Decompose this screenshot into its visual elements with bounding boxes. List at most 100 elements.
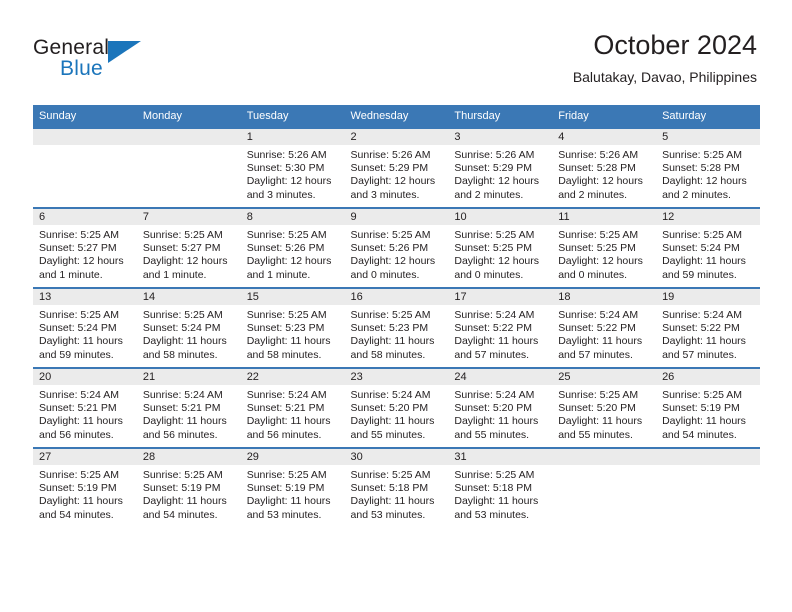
calendar-day-cell[interactable]: 31 Sunrise: 5:25 AM Sunset: 5:18 PM Dayligh… <box>448 447 553 527</box>
daylight-text-line2: and 2 minutes. <box>454 188 524 201</box>
sunset-text: Sunset: 5:29 PM <box>350 162 429 175</box>
calendar-day-cell[interactable]: 25 Sunrise: 5:25 AM Sunset: 5:20 PM Dayligh… <box>552 367 657 448</box>
calendar-day-cell[interactable]: 6 Sunrise: 5:25 AM Sunset: 5:27 PM Daylight… <box>33 207 137 288</box>
daylight-text-line1: Daylight: 11 hours <box>39 335 123 348</box>
day-number <box>136 129 241 145</box>
calendar-week-row: 6 Sunrise: 5:25 AM Sunset: 5:27 PM Daylight… <box>33 207 760 288</box>
day-number: 28 <box>136 449 241 465</box>
sunrise-text: Sunrise: 5:26 AM <box>246 149 327 161</box>
day-number: 30 <box>344 449 449 465</box>
daylight-text-line1: Daylight: 11 hours <box>558 415 643 428</box>
daylight-text-line1: Daylight: 11 hours <box>350 415 435 428</box>
daylight-text-line1: Daylight: 11 hours <box>662 415 746 428</box>
day-number: 6 <box>33 209 137 225</box>
daylight-text-line2: and 0 minutes. <box>350 268 420 281</box>
calendar-day-cell[interactable]: 2 Sunrise: 5:26 AM Sunset: 5:29 PM Daylight… <box>344 127 449 208</box>
daylight-text-line2: and 53 minutes. <box>350 508 426 521</box>
daylight-text-line2: and 1 minute. <box>246 268 311 281</box>
calendar-week-row: 27 Sunrise: 5:25 AM Sunset: 5:19 PM Dayligh… <box>33 447 760 527</box>
daylight-text-line1: Daylight: 11 hours <box>39 495 123 508</box>
day-number <box>552 449 657 465</box>
sunset-text: Sunset: 5:20 PM <box>454 402 533 415</box>
sunset-text: Sunset: 5:24 PM <box>662 242 740 255</box>
daylight-text-line2: and 56 minutes. <box>142 428 218 441</box>
calendar-day-cell[interactable]: 23 Sunrise: 5:24 AM Sunset: 5:20 PM Dayligh… <box>344 367 449 448</box>
calendar-day-cell[interactable]: 16 Sunrise: 5:25 AM Sunset: 5:23 PM Dayligh… <box>344 287 449 368</box>
weekday-header-monday: Monday <box>136 105 241 128</box>
calendar-day-cell[interactable]: 22 Sunrise: 5:24 AM Sunset: 5:21 PM Dayligh… <box>240 367 345 448</box>
calendar-day-cell[interactable]: 18 Sunrise: 5:24 AM Sunset: 5:22 PM Dayligh… <box>552 287 657 368</box>
day-details: Sunrise: 5:25 AM Sunset: 5:27 PM Daylight:… <box>33 225 137 282</box>
calendar-day-cell[interactable]: 15 Sunrise: 5:25 AM Sunset: 5:23 PM Dayligh… <box>240 287 345 368</box>
daylight-text-line1: Daylight: 11 hours <box>142 495 227 508</box>
calendar-day-cell[interactable]: 19 Sunrise: 5:24 AM Sunset: 5:22 PM Dayligh… <box>656 287 760 368</box>
daylight-text-line2: and 55 minutes. <box>454 428 530 441</box>
calendar-day-cell[interactable]: 8 Sunrise: 5:25 AM Sunset: 5:26 PM Daylight… <box>240 207 345 288</box>
calendar-day-cell[interactable]: 24 Sunrise: 5:24 AM Sunset: 5:20 PM Dayligh… <box>448 367 553 448</box>
sunset-text: Sunset: 5:19 PM <box>246 482 325 495</box>
calendar-day-cell[interactable]: 5 Sunrise: 5:25 AM Sunset: 5:28 PM Daylight… <box>656 127 760 208</box>
sunrise-text: Sunrise: 5:25 AM <box>39 309 119 321</box>
daylight-text-line2: and 53 minutes. <box>246 508 322 521</box>
sunset-text: Sunset: 5:27 PM <box>39 242 117 255</box>
daylight-text-line2: and 2 minutes. <box>662 188 731 201</box>
sunrise-text: Sunrise: 5:24 AM <box>39 389 119 401</box>
calendar-day-cell[interactable]: 12 Sunrise: 5:25 AM Sunset: 5:24 PM Dayligh… <box>656 207 760 288</box>
daylight-text-line2: and 1 minute. <box>142 268 207 281</box>
calendar-day-cell[interactable]: 9 Sunrise: 5:25 AM Sunset: 5:26 PM Daylight… <box>344 207 449 288</box>
weekday-header-row: Sunday Monday Tuesday Wednesday Thursday… <box>33 105 760 128</box>
page-header: General Blue October 2024 Balutakay, Dav… <box>0 0 792 100</box>
day-details: Sunrise: 5:25 AM Sunset: 5:28 PM Daylight:… <box>656 145 760 202</box>
day-details: Sunrise: 5:25 AM Sunset: 5:20 PM Daylight:… <box>552 385 656 442</box>
calendar-day-cell[interactable]: 10 Sunrise: 5:25 AM Sunset: 5:25 PM Dayligh… <box>448 207 553 288</box>
calendar-day-cell[interactable]: 4 Sunrise: 5:26 AM Sunset: 5:28 PM Daylight… <box>552 127 657 208</box>
daylight-text-line1: Daylight: 11 hours <box>350 495 435 508</box>
calendar-day-cell[interactable]: 30 Sunrise: 5:25 AM Sunset: 5:18 PM Dayligh… <box>344 447 449 527</box>
daylight-text-line1: Daylight: 11 hours <box>350 335 435 348</box>
sunset-text: Sunset: 5:25 PM <box>454 242 533 255</box>
sunrise-text: Sunrise: 5:25 AM <box>350 309 431 321</box>
day-details: Sunrise: 5:25 AM Sunset: 5:25 PM Daylight:… <box>448 225 552 282</box>
daylight-text-line1: Daylight: 11 hours <box>454 415 539 428</box>
daylight-text-line2: and 2 minutes. <box>558 188 628 201</box>
daylight-text-line2: and 3 minutes. <box>246 188 316 201</box>
daylight-text-line1: Daylight: 11 hours <box>662 335 746 348</box>
daylight-text-line1: Daylight: 12 hours <box>39 255 124 268</box>
calendar-day-cell[interactable]: 14 Sunrise: 5:25 AM Sunset: 5:24 PM Dayligh… <box>136 287 241 368</box>
calendar-day-cell[interactable]: 3 Sunrise: 5:26 AM Sunset: 5:29 PM Daylight… <box>448 127 553 208</box>
calendar-day-cell[interactable]: 28 Sunrise: 5:25 AM Sunset: 5:19 PM Dayligh… <box>136 447 241 527</box>
daylight-text-line2: and 0 minutes. <box>558 268 628 281</box>
calendar-day-cell[interactable]: 13 Sunrise: 5:25 AM Sunset: 5:24 PM Dayligh… <box>33 287 137 368</box>
weekday-header-friday: Friday <box>552 105 657 128</box>
daylight-text-line2: and 56 minutes. <box>246 428 322 441</box>
calendar-day-cell[interactable]: 29 Sunrise: 5:25 AM Sunset: 5:19 PM Dayligh… <box>240 447 345 527</box>
calendar-day-cell[interactable]: 11 Sunrise: 5:25 AM Sunset: 5:25 PM Dayligh… <box>552 207 657 288</box>
calendar-day-cell[interactable]: 26 Sunrise: 5:25 AM Sunset: 5:19 PM Dayligh… <box>656 367 760 448</box>
calendar-day-cell[interactable]: 20 Sunrise: 5:24 AM Sunset: 5:21 PM Dayligh… <box>33 367 137 448</box>
day-number: 25 <box>552 369 657 385</box>
daylight-text-line1: Daylight: 11 hours <box>142 335 227 348</box>
sunrise-text: Sunrise: 5:25 AM <box>558 389 639 401</box>
sunset-text: Sunset: 5:27 PM <box>142 242 221 255</box>
calendar-day-cell[interactable]: 7 Sunrise: 5:25 AM Sunset: 5:27 PM Daylight… <box>136 207 241 288</box>
day-details: Sunrise: 5:25 AM Sunset: 5:19 PM Daylight:… <box>656 385 760 442</box>
calendar-day-cell[interactable]: 21 Sunrise: 5:24 AM Sunset: 5:21 PM Dayligh… <box>136 367 241 448</box>
daylight-text-line2: and 54 minutes. <box>142 508 218 521</box>
daylight-text-line1: Daylight: 11 hours <box>662 255 746 268</box>
calendar-week-row: 13 Sunrise: 5:25 AM Sunset: 5:24 PM Dayligh… <box>33 287 760 368</box>
calendar-day-cell[interactable]: 27 Sunrise: 5:25 AM Sunset: 5:19 PM Dayligh… <box>33 447 137 527</box>
sunset-text: Sunset: 5:28 PM <box>662 162 740 175</box>
daylight-text-line1: Daylight: 12 hours <box>142 255 228 268</box>
calendar-day-cell[interactable]: 17 Sunrise: 5:24 AM Sunset: 5:22 PM Dayligh… <box>448 287 553 368</box>
day-number: 13 <box>33 289 137 305</box>
daylight-text-line1: Daylight: 11 hours <box>246 415 331 428</box>
sunrise-text: Sunrise: 5:25 AM <box>39 229 119 241</box>
daylight-text-line1: Daylight: 11 hours <box>142 415 227 428</box>
daylight-text-line2: and 58 minutes. <box>142 348 218 361</box>
sunrise-text: Sunrise: 5:25 AM <box>350 229 431 241</box>
calendar-day-cell[interactable]: 1 Sunrise: 5:26 AM Sunset: 5:30 PM Daylight… <box>240 127 345 208</box>
day-number: 2 <box>344 129 449 145</box>
sunset-text: Sunset: 5:18 PM <box>454 482 533 495</box>
day-number: 18 <box>552 289 657 305</box>
sunset-text: Sunset: 5:22 PM <box>558 322 636 335</box>
